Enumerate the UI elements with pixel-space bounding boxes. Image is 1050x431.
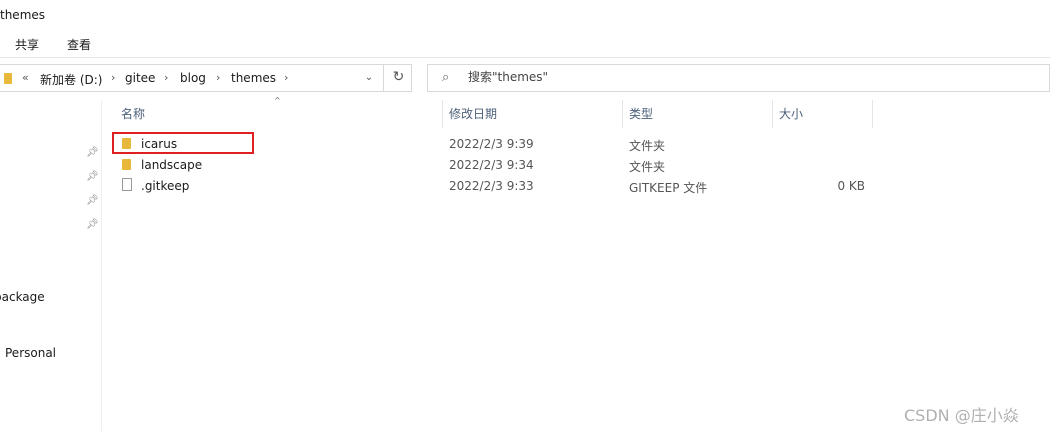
breadcrumb-blog[interactable]: blog xyxy=(180,71,206,85)
search-icon: ⌕ xyxy=(442,70,450,85)
overflow-chevron[interactable]: « xyxy=(22,71,29,84)
file-type: 文件夹 xyxy=(629,160,666,174)
file-name: .gitkeep xyxy=(141,179,190,193)
chevron-right-icon[interactable]: › xyxy=(216,71,220,84)
file-row-landscape[interactable]: landscape 2022/2/3 9:34 文件夹 xyxy=(112,155,892,176)
pin-icon[interactable]: 📌︎ xyxy=(86,147,99,158)
file-type: 文件夹 xyxy=(629,139,666,153)
folder-icon xyxy=(122,159,131,170)
sort-ascending-icon: ^ xyxy=(274,96,281,105)
column-header-date[interactable]: 修改日期 xyxy=(449,100,497,128)
refresh-button[interactable]: ↻ xyxy=(383,64,413,92)
nav-pane-divider xyxy=(101,100,102,431)
pin-icon[interactable]: 📌︎ xyxy=(86,171,99,182)
file-date: 2022/2/3 9:33 xyxy=(449,179,534,193)
pin-icon[interactable]: 📌︎ xyxy=(86,219,99,230)
file-type: GITKEEP 文件 xyxy=(629,181,708,195)
address-dropdown-button[interactable]: ⌄ xyxy=(355,64,383,92)
nav-item-personal[interactable]: Personal xyxy=(5,346,56,360)
folder-icon xyxy=(4,73,12,84)
chevron-right-icon[interactable]: › xyxy=(164,71,168,84)
address-bar[interactable]: « 新加卷 (D:) › gitee › blog › themes › ⌄ ↻ xyxy=(0,64,412,92)
column-header-size[interactable]: 大小 xyxy=(779,100,803,128)
search-input[interactable] xyxy=(466,69,770,85)
file-date: 2022/2/3 9:39 xyxy=(449,137,534,151)
column-divider[interactable] xyxy=(872,100,873,128)
watermark: CSDN @庄小焱 xyxy=(904,406,1019,425)
column-divider[interactable] xyxy=(772,100,773,128)
file-icon xyxy=(122,178,132,191)
column-divider[interactable] xyxy=(622,100,623,128)
chevron-right-icon[interactable]: › xyxy=(111,71,115,84)
breadcrumb-gitee[interactable]: gitee xyxy=(125,71,155,85)
column-header-type[interactable]: 类型 xyxy=(629,100,653,128)
search-box[interactable]: ⌕ xyxy=(427,64,1050,92)
column-divider[interactable] xyxy=(442,100,443,128)
file-size: 0 KB xyxy=(837,179,865,193)
file-row-gitkeep[interactable]: .gitkeep 2022/2/3 9:33 GITKEEP 文件 0 KB xyxy=(112,176,892,197)
nav-item-package[interactable]: package xyxy=(0,290,45,304)
file-date: 2022/2/3 9:34 xyxy=(449,158,534,172)
file-name: landscape xyxy=(141,158,203,172)
window-title: themes xyxy=(0,8,46,22)
column-header-name[interactable]: 名称 xyxy=(121,100,145,128)
breadcrumb-drive[interactable]: 新加卷 (D:) xyxy=(40,71,102,88)
breadcrumb-themes[interactable]: themes xyxy=(231,71,276,85)
ribbon-divider xyxy=(0,57,1050,58)
ribbon-tab-share[interactable]: 共享 xyxy=(15,36,39,53)
chevron-right-icon[interactable]: › xyxy=(284,71,288,84)
ribbon-tab-view[interactable]: 查看 xyxy=(67,36,91,53)
pin-icon[interactable]: 📌︎ xyxy=(86,195,99,206)
highlight-box xyxy=(112,132,254,154)
